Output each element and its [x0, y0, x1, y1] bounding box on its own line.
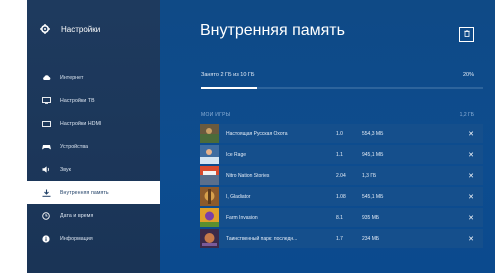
- sidebar-item-devices[interactable]: Устройства: [27, 135, 160, 158]
- sidebar-item-internal-storage[interactable]: Внутренняя память: [27, 181, 160, 204]
- game-row[interactable]: Настоящая Русская Охота 1.0 554,3 МБ ✕: [200, 124, 483, 143]
- clock-icon: [40, 211, 52, 221]
- game-name: Таинственный парк: последн...: [226, 235, 298, 242]
- game-thumbnail: [200, 124, 219, 143]
- game-thumbnail: [200, 229, 219, 248]
- speaker-icon: [40, 165, 52, 175]
- game-size: 945,1 МБ: [362, 151, 384, 158]
- game-name: I, Gladiator: [226, 193, 251, 200]
- close-icon[interactable]: ✕: [468, 130, 474, 138]
- game-size: 1,3 ГБ: [362, 172, 377, 179]
- game-size: 935 МБ: [362, 214, 380, 221]
- sidebar-item-hdmi-settings[interactable]: Настройки HDMI: [27, 112, 160, 135]
- sidebar-item-label: Настройки ТВ: [60, 97, 95, 104]
- sidebar-item-sound[interactable]: Звук: [27, 158, 160, 181]
- storage-progress-fill: [201, 87, 258, 89]
- game-row[interactable]: Таинственный парк: последн... 1.7 234 МБ…: [200, 229, 483, 248]
- game-version: 2.04: [336, 172, 346, 179]
- sidebar-item-info[interactable]: Информация: [27, 227, 160, 250]
- games-list: Настоящая Русская Охота 1.0 554,3 МБ ✕ I…: [200, 124, 483, 250]
- sidebar-title: Настройки: [61, 24, 101, 34]
- close-icon[interactable]: ✕: [468, 151, 474, 159]
- game-name: Nitro Nation Stories: [226, 172, 270, 179]
- cloud-icon: [40, 73, 52, 83]
- sidebar-item-label: Интернет: [60, 74, 84, 81]
- game-size: 545,1 МБ: [362, 193, 384, 200]
- close-icon[interactable]: ✕: [468, 172, 474, 180]
- close-icon[interactable]: ✕: [468, 214, 474, 222]
- storage-usage-percent: 20%: [462, 72, 474, 78]
- game-thumbnail: [200, 187, 219, 206]
- close-icon[interactable]: ✕: [468, 235, 474, 243]
- game-version: 1.7: [336, 235, 343, 242]
- sidebar-item-label: Информация: [60, 235, 93, 242]
- sidebar-item-label: Дата и время: [60, 212, 94, 219]
- trash-icon: [463, 29, 470, 39]
- game-name: Ice Rage: [226, 151, 247, 158]
- storage-progress-bar: [201, 87, 483, 89]
- info-icon: [40, 234, 52, 244]
- game-thumbnail: [200, 166, 219, 185]
- gamepad-icon: [40, 142, 52, 152]
- game-row[interactable]: I, Gladiator 1.08 545,1 МБ ✕: [200, 187, 483, 206]
- game-version: 8.1: [336, 214, 343, 221]
- section-size: 1,2 ГБ: [459, 112, 474, 118]
- sidebar: Настройки Интернет Настройки ТВ Настройк…: [27, 0, 160, 273]
- sidebar-item-label: Внутренняя память: [60, 189, 109, 196]
- game-version: 1.08: [336, 193, 346, 200]
- game-thumbnail: [200, 208, 219, 227]
- hdmi-icon: [40, 119, 52, 129]
- sidebar-item-internet[interactable]: Интернет: [27, 66, 160, 89]
- sidebar-item-tv-settings[interactable]: Настройки ТВ: [27, 89, 160, 112]
- game-row[interactable]: Farm Invasion 8.1 935 МБ ✕: [200, 208, 483, 227]
- main-panel: Внутренняя память Занято 2 ГБ из 10 ГБ 2…: [160, 0, 495, 273]
- delete-all-button[interactable]: [459, 27, 474, 42]
- game-size: 234 МБ: [362, 235, 380, 242]
- game-name: Farm Invasion: [226, 214, 258, 221]
- sidebar-item-label: Звук: [60, 166, 72, 173]
- sidebar-header: Настройки: [27, 0, 160, 58]
- gear-icon: [39, 23, 51, 35]
- game-thumbnail: [200, 145, 219, 164]
- sidebar-menu: Интернет Настройки ТВ Настройки HDMI Уст…: [27, 66, 160, 250]
- page-title: Внутренняя память: [200, 22, 345, 39]
- game-version: 1.1: [336, 151, 343, 158]
- game-name: Настоящая Русская Охота: [226, 130, 288, 137]
- sidebar-item-label: Устройства: [60, 143, 89, 150]
- settings-window: Настройки Интернет Настройки ТВ Настройк…: [27, 0, 495, 273]
- game-size: 554,3 МБ: [362, 130, 384, 137]
- game-row[interactable]: Nitro Nation Stories 2.04 1,3 ГБ ✕: [200, 166, 483, 185]
- tv-icon: [40, 96, 52, 106]
- section-label: МОИ ИГРЫ: [201, 112, 231, 118]
- close-icon[interactable]: ✕: [468, 193, 474, 201]
- sidebar-item-date-time[interactable]: Дата и время: [27, 204, 160, 227]
- download-icon: [40, 188, 52, 198]
- game-version: 1.0: [336, 130, 343, 137]
- game-row[interactable]: Ice Rage 1.1 945,1 МБ ✕: [200, 145, 483, 164]
- storage-usage-text: Занято 2 ГБ из 10 ГБ: [201, 72, 255, 78]
- sidebar-item-label: Настройки HDMI: [60, 120, 102, 127]
